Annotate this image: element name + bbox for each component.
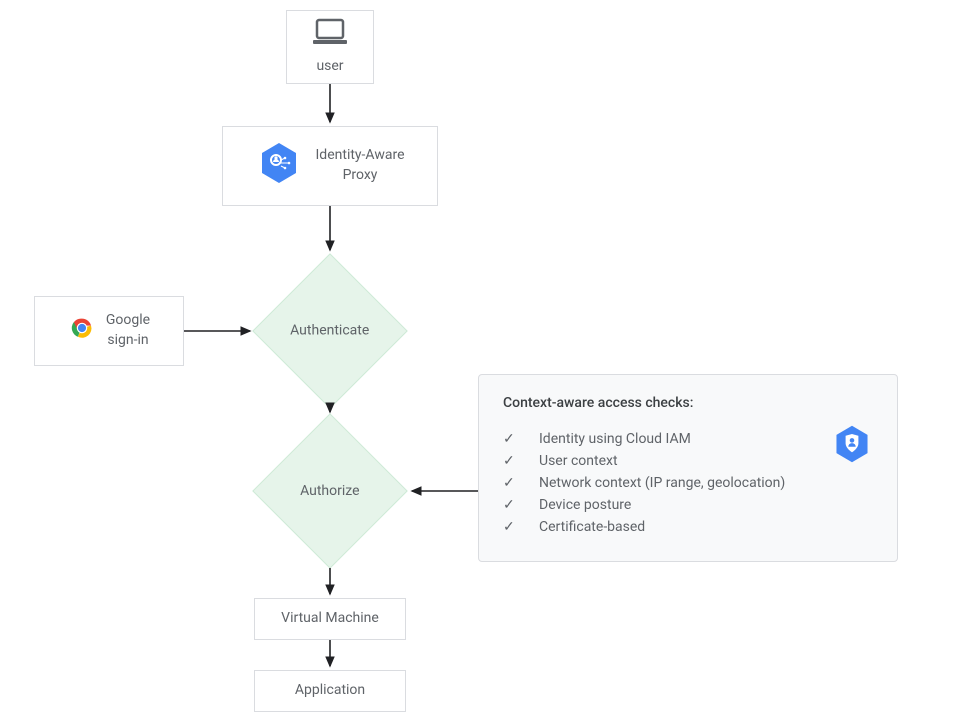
authenticate-label: Authenticate — [290, 323, 369, 339]
signin-node: Googlesign-in — [34, 296, 184, 366]
context-title: Context-aware access checks: — [503, 395, 873, 411]
authenticate-node: Authenticate — [252, 253, 408, 409]
list-item: Identity using Cloud IAM — [503, 431, 811, 447]
vm-node: Virtual Machine — [254, 598, 406, 640]
context-check-list: Identity using Cloud IAM User context Ne… — [503, 425, 811, 541]
iap-label: Identity-AwareProxy — [316, 146, 405, 185]
application-label: Application — [295, 681, 365, 701]
security-shield-icon — [831, 423, 873, 469]
iap-icon — [256, 140, 302, 193]
vm-label: Virtual Machine — [281, 609, 379, 629]
authorize-node: Authorize — [252, 413, 408, 569]
list-item: Network context (IP range, geolocation) — [503, 475, 811, 491]
context-card: Context-aware access checks: Identity us… — [478, 374, 898, 562]
signin-label: Googlesign-in — [106, 311, 150, 350]
user-node: user — [286, 10, 374, 84]
list-item: User context — [503, 453, 811, 469]
iap-node: Identity-AwareProxy — [222, 126, 438, 206]
list-item: Device posture — [503, 497, 811, 513]
application-node: Application — [254, 670, 406, 712]
chrome-icon — [68, 314, 96, 349]
list-item: Certificate-based — [503, 519, 811, 535]
laptop-icon — [310, 18, 350, 53]
authorize-label: Authorize — [300, 483, 359, 499]
user-label: user — [316, 57, 343, 77]
